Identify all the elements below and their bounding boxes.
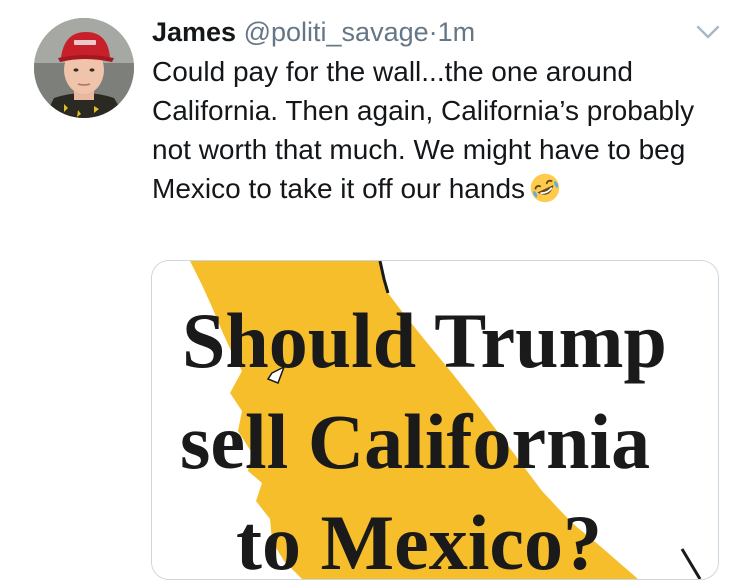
avatar-image (34, 18, 134, 118)
media-headline-line-3: to Mexico? (236, 499, 603, 580)
media-headline-line-2: sell California (180, 398, 651, 485)
tweet[interactable]: James @politi_savage·1m Could pay for th… (0, 0, 750, 582)
avatar[interactable] (34, 18, 134, 118)
media-headline-line-1: Should Trump (182, 297, 667, 384)
media-card[interactable]: Should Trump sell California to Mexico? (151, 260, 719, 580)
chevron-down-icon[interactable] (692, 20, 724, 44)
tweet-text: Could pay for the wall...the one around … (152, 52, 732, 208)
display-name[interactable]: James (152, 17, 236, 47)
timestamp[interactable]: 1m (438, 17, 476, 47)
separator-dot: · (428, 17, 438, 47)
tweet-body: Could pay for the wall...the one around … (152, 56, 695, 204)
rolling-on-floor-laughing-emoji (530, 173, 560, 203)
user-handle[interactable]: @politi_savage (244, 17, 429, 47)
tweet-header: James @politi_savage·1m (152, 14, 475, 50)
